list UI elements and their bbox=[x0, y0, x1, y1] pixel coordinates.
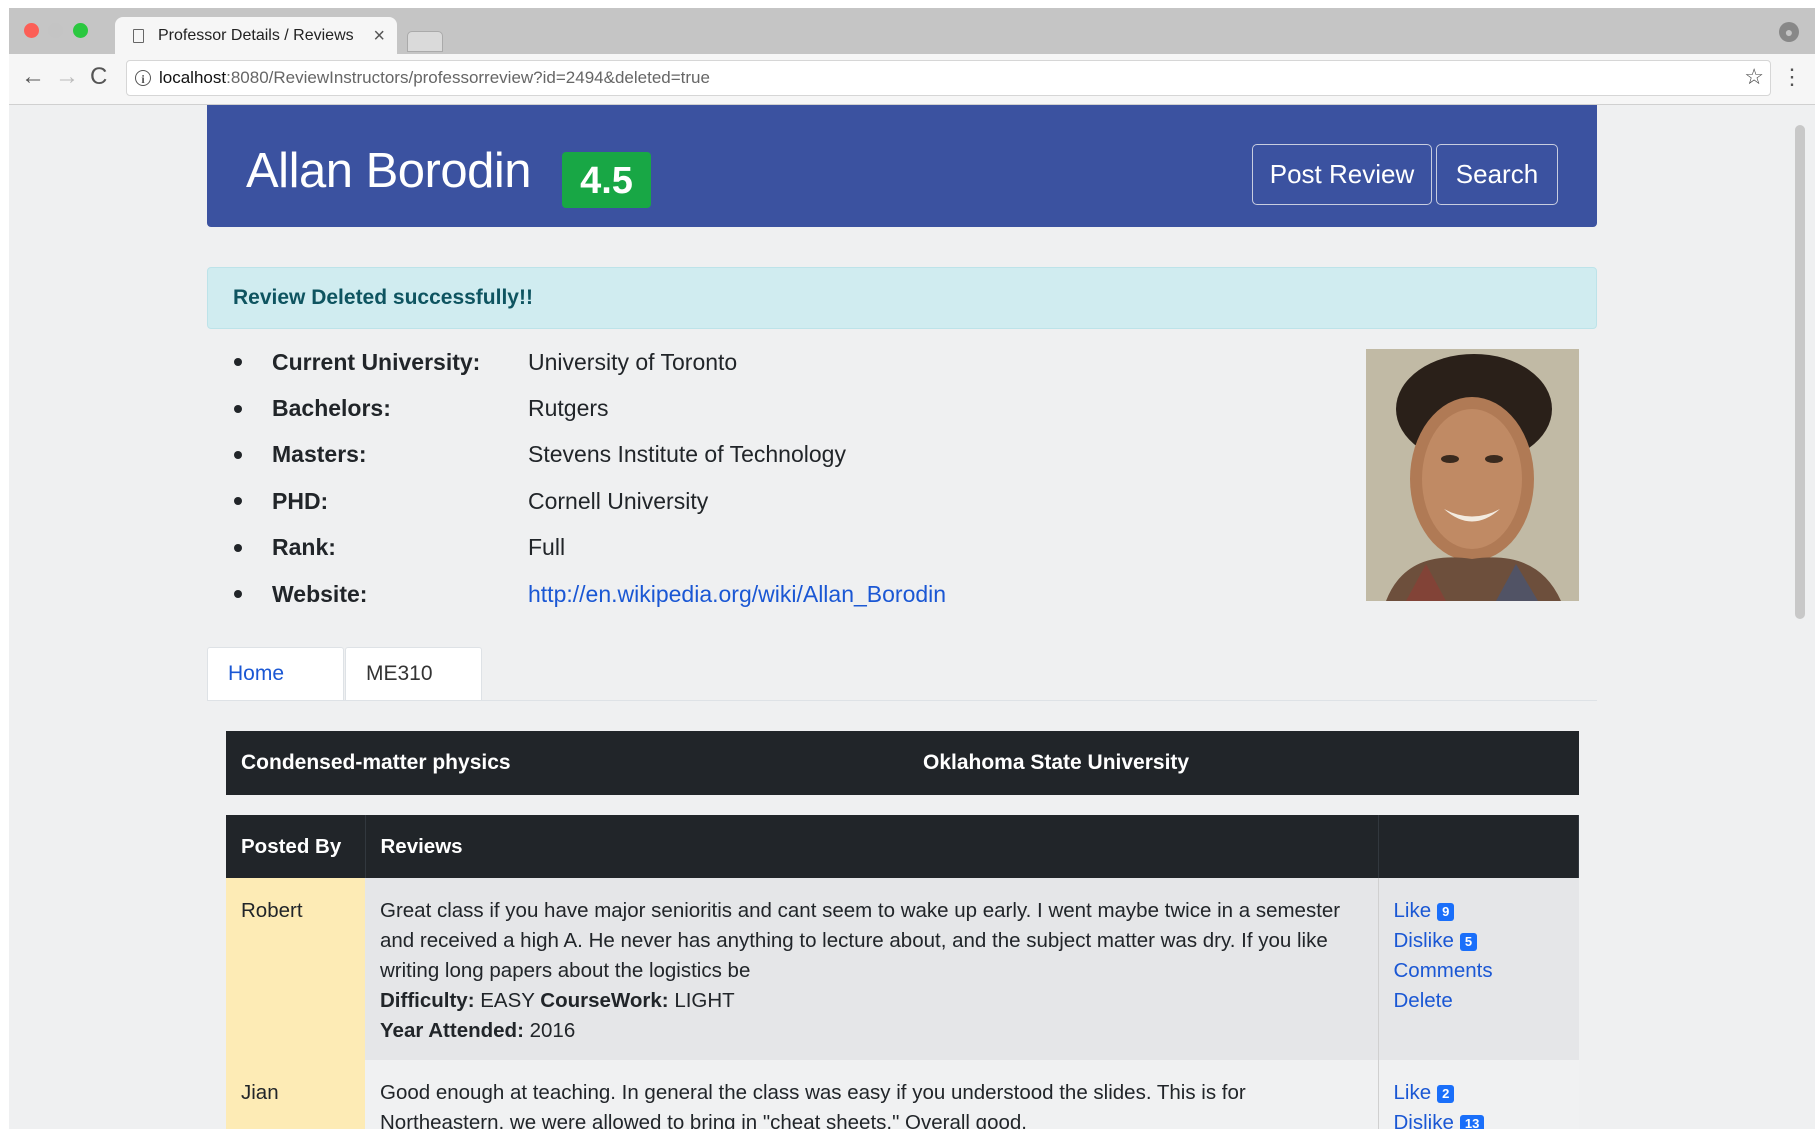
minimize-window-button[interactable] bbox=[48, 23, 63, 38]
dislike-link[interactable]: Dislike 13 bbox=[1394, 1108, 1564, 1129]
professor-photo bbox=[1366, 349, 1579, 601]
detail-label: Rank: bbox=[272, 534, 336, 561]
like-label: Like bbox=[1393, 899, 1432, 922]
page-scrollbar[interactable] bbox=[1791, 105, 1815, 1129]
review-author: Robert bbox=[226, 878, 365, 1060]
detail-value: Full bbox=[528, 534, 566, 561]
detail-label: Masters: bbox=[272, 441, 367, 468]
course-tabs: Home ME310 bbox=[207, 647, 1597, 701]
dislike-count-badge: 5 bbox=[1459, 933, 1478, 951]
like-link[interactable]: Like 9 bbox=[1394, 896, 1564, 926]
detail-label: PHD: bbox=[272, 487, 329, 514]
like-link[interactable]: Like 2 bbox=[1394, 1078, 1564, 1108]
like-label: Like bbox=[1393, 1081, 1432, 1104]
review-text: Good enough at teaching. In general the … bbox=[380, 1081, 1246, 1129]
column-header-reviews: Reviews bbox=[365, 815, 1379, 878]
detail-label: Bachelors: bbox=[272, 395, 391, 422]
bullet bbox=[234, 358, 242, 367]
browser-toolbar: ← → C i localhost :8080/ReviewInstructor… bbox=[9, 54, 1815, 105]
close-window-button[interactable] bbox=[24, 23, 39, 38]
detail-label: Current University: bbox=[272, 348, 481, 375]
post-review-button[interactable]: Post Review bbox=[1252, 144, 1432, 205]
review-actions: Like 9 Dislike 5 Comments Delete bbox=[1377, 878, 1579, 1060]
coursework-label: CourseWork: bbox=[540, 989, 669, 1012]
page-icon bbox=[133, 28, 144, 43]
forward-arrow-icon[interactable]: → bbox=[55, 63, 79, 91]
like-count-badge: 9 bbox=[1437, 903, 1455, 921]
course-university: Oklahoma State University bbox=[923, 751, 1190, 774]
profile-icon[interactable]: ● bbox=[1779, 22, 1799, 42]
delete-link[interactable]: Delete bbox=[1394, 986, 1564, 1016]
table-row: Jian Good enough at teaching. In general… bbox=[226, 1060, 1579, 1129]
browser-menu-icon[interactable]: ⋮ bbox=[1781, 64, 1803, 90]
bullet bbox=[234, 590, 242, 599]
dislike-count-badge: 13 bbox=[1459, 1115, 1485, 1129]
professor-header: Allan Borodin 4.5 Post Review Search bbox=[207, 105, 1597, 227]
year-value: 2016 bbox=[529, 1019, 576, 1042]
detail-value: Rutgers bbox=[528, 395, 609, 422]
professor-name: Allan Borodin bbox=[246, 144, 531, 198]
column-header-posted-by: Posted By bbox=[226, 815, 366, 878]
rating-badge: 4.5 bbox=[562, 152, 651, 208]
reload-icon[interactable]: C bbox=[90, 63, 107, 91]
tab-home[interactable]: Home bbox=[207, 647, 344, 700]
address-bar[interactable]: i localhost :8080/ReviewInstructors/prof… bbox=[126, 60, 1771, 96]
detail-value: Cornell University bbox=[528, 487, 709, 514]
info-icon[interactable]: i bbox=[135, 70, 151, 86]
like-count-badge: 2 bbox=[1437, 1085, 1455, 1103]
back-arrow-icon[interactable]: ← bbox=[21, 63, 45, 91]
tab-me310[interactable]: ME310 bbox=[345, 647, 482, 700]
detail-value: University of Toronto bbox=[528, 348, 738, 375]
review-cell: Good enough at teaching. In general the … bbox=[365, 1060, 1378, 1129]
maximize-window-button[interactable] bbox=[73, 23, 88, 38]
bullet bbox=[234, 450, 242, 459]
course-header: Condensed-matter physics Oklahoma State … bbox=[226, 731, 1579, 795]
review-cell: Great class if you have major senioritis… bbox=[365, 878, 1378, 1060]
bullet bbox=[234, 497, 242, 506]
review-actions: Like 2 Dislike 13 bbox=[1377, 1060, 1579, 1129]
page-viewport: Allan Borodin 4.5 Post Review Search Rev… bbox=[9, 105, 1791, 1129]
tab-strip: Professor Details / Reviews × ● bbox=[9, 8, 1815, 54]
table-row: Robert Great class if you have major sen… bbox=[226, 878, 1579, 1060]
url-host: localhost bbox=[159, 68, 227, 87]
reviews-table: Posted By Reviews Robert Great class if … bbox=[226, 815, 1579, 1129]
bookmark-star-icon[interactable]: ☆ bbox=[1744, 64, 1764, 90]
dislike-label: Dislike bbox=[1393, 929, 1454, 952]
column-header-actions bbox=[1378, 815, 1579, 878]
review-meta-year: Year Attended: 2016 bbox=[380, 1016, 1363, 1046]
new-tab-button[interactable] bbox=[407, 31, 443, 52]
search-button[interactable]: Search bbox=[1436, 144, 1558, 205]
course-name: Condensed-matter physics bbox=[241, 751, 511, 774]
difficulty-label: Difficulty: bbox=[380, 989, 475, 1012]
dislike-label: Dislike bbox=[1393, 1111, 1454, 1129]
browser-tab-active[interactable]: Professor Details / Reviews × bbox=[115, 17, 397, 54]
review-meta-difficulty: Difficulty: EASY CourseWork: LIGHT bbox=[380, 986, 1363, 1016]
year-label: Year Attended: bbox=[380, 1019, 524, 1042]
dislike-link[interactable]: Dislike 5 bbox=[1394, 926, 1564, 956]
close-tab-icon[interactable]: × bbox=[373, 25, 385, 48]
difficulty-value: EASY bbox=[480, 989, 535, 1012]
detail-value: Stevens Institute of Technology bbox=[528, 441, 846, 468]
table-header-row: Posted By Reviews bbox=[226, 815, 1579, 878]
comments-link[interactable]: Comments bbox=[1394, 956, 1564, 986]
url-path: :8080/ReviewInstructors/professorreview?… bbox=[226, 68, 710, 87]
scrollbar-thumb[interactable] bbox=[1795, 125, 1805, 619]
browser-window: Professor Details / Reviews × ● ← → C i … bbox=[9, 8, 1815, 1129]
website-link[interactable]: http://en.wikipedia.org/wiki/Allan_Borod… bbox=[528, 581, 946, 608]
review-text: Great class if you have major senioritis… bbox=[380, 899, 1341, 982]
success-alert: Review Deleted successfully!! bbox=[207, 267, 1597, 329]
review-author: Jian bbox=[226, 1060, 365, 1129]
bullet bbox=[234, 543, 242, 552]
coursework-value: LIGHT bbox=[674, 989, 735, 1012]
browser-tab-title: Professor Details / Reviews bbox=[158, 26, 354, 44]
bullet bbox=[234, 404, 242, 413]
professor-photo-image bbox=[1366, 349, 1579, 601]
detail-label: Website: bbox=[272, 580, 368, 607]
